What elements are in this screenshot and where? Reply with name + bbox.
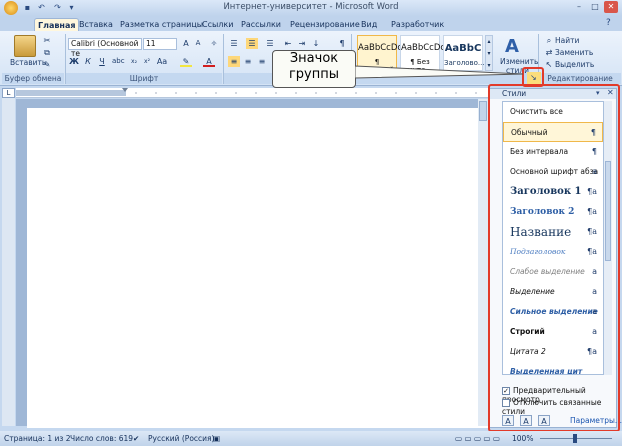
callout: Значок группы xyxy=(272,50,356,88)
zoom-level[interactable]: 100% xyxy=(512,431,533,446)
clear-format-icon[interactable]: ✧ xyxy=(208,38,220,49)
underline-button[interactable]: Ч xyxy=(96,56,108,67)
highlight-icon[interactable]: ✎ xyxy=(180,56,192,67)
highlight-frame xyxy=(488,84,620,432)
horizontal-ruler[interactable] xyxy=(16,88,488,98)
font-color-icon[interactable]: A xyxy=(203,56,215,67)
find-icon[interactable]: ⌕ xyxy=(543,35,555,46)
subscript-icon[interactable]: x₂ xyxy=(128,56,140,67)
change-case-icon[interactable]: Aa xyxy=(156,56,168,67)
paste-icon[interactable] xyxy=(14,35,36,57)
window-controls: – □ ✕ xyxy=(570,1,618,13)
help-icon[interactable]: ? xyxy=(606,18,611,28)
font-size-box[interactable]: 11 xyxy=(143,38,177,50)
format-painter-icon[interactable]: ✎ xyxy=(41,59,53,70)
document-page[interactable] xyxy=(27,108,490,428)
tab-view[interactable]: Вид xyxy=(358,18,380,31)
status-bar: Страница: 1 из 2 Число слов: 619 ✔ Русск… xyxy=(0,431,622,446)
maximize-icon[interactable]: □ xyxy=(588,1,602,13)
align-center-icon[interactable]: ≡ xyxy=(242,56,254,67)
page-indicator[interactable]: Страница: 1 из 2 xyxy=(4,431,71,446)
copy-icon[interactable]: ⧉ xyxy=(41,47,53,58)
tab-page-layout[interactable]: Разметка страницы xyxy=(117,18,206,31)
select-button[interactable]: Выделить xyxy=(555,60,594,70)
tab-home[interactable]: Главная xyxy=(34,18,80,31)
increase-indent-icon[interactable]: ⇥ xyxy=(296,38,308,49)
vertical-scrollbar[interactable] xyxy=(478,99,488,426)
scroll-thumb[interactable] xyxy=(479,101,487,121)
language-indicator[interactable]: Русский (Россия) xyxy=(148,431,214,446)
zoom-slider-thumb[interactable] xyxy=(573,434,577,443)
word-window: ▪ ↶ ↷ ▾ Интернет-университет - Microsoft… xyxy=(0,0,622,446)
align-right-icon[interactable]: ≡ xyxy=(256,56,268,67)
clipboard-group-label: Буфер обмена xyxy=(2,73,64,84)
callout-line-1: Значок xyxy=(289,51,339,66)
replace-button[interactable]: Заменить xyxy=(555,48,593,58)
decrease-indent-icon[interactable]: ⇤ xyxy=(282,38,294,49)
title-bar: ▪ ↶ ↷ ▾ Интернет-университет - Microsoft… xyxy=(0,0,622,16)
style-preview: AaBbCcDc xyxy=(401,43,446,53)
sort-icon[interactable]: ↓ xyxy=(310,38,322,49)
close-icon[interactable]: ✕ xyxy=(604,1,618,13)
strikethrough-icon[interactable]: abc xyxy=(112,56,125,67)
align-left-icon[interactable]: ≡ xyxy=(228,56,240,67)
view-buttons-icon[interactable]: ▭ ▭ ▭ ▭ ▭ xyxy=(455,431,500,446)
ruler-ticks xyxy=(16,88,477,96)
editing-group-label: Редактирование xyxy=(539,73,621,84)
bold-button[interactable]: Ж xyxy=(68,56,80,67)
italic-button[interactable]: К xyxy=(82,56,94,67)
multilevel-list-icon[interactable]: ☰ xyxy=(264,38,276,49)
tab-references[interactable]: Ссылки xyxy=(199,18,236,31)
callout-line-2: группы xyxy=(288,67,340,82)
word-count[interactable]: Число слов: 619 xyxy=(70,431,133,446)
font-family-box[interactable]: Calibri (Основной те xyxy=(68,38,142,58)
callout-pointer xyxy=(355,65,524,79)
spellcheck-icon[interactable]: ✔ xyxy=(133,431,139,446)
tab-mailings[interactable]: Рассылки xyxy=(238,18,284,31)
cut-icon[interactable]: ✂ xyxy=(41,35,53,46)
grow-font-icon[interactable]: A xyxy=(180,38,192,49)
superscript-icon[interactable]: x² xyxy=(141,56,153,67)
select-icon[interactable]: ↖ xyxy=(543,59,555,70)
replace-icon[interactable]: ⇄ xyxy=(543,47,555,58)
shrink-font-icon[interactable]: A xyxy=(192,38,204,49)
macro-icon[interactable]: ▣ xyxy=(213,431,220,446)
numbering-icon[interactable]: ☰ xyxy=(246,38,258,49)
show-marks-icon[interactable]: ¶ xyxy=(336,38,348,49)
find-button[interactable]: Найти xyxy=(555,36,579,46)
bullets-icon[interactable]: ☰ xyxy=(228,38,240,49)
tab-insert[interactable]: Вставка xyxy=(76,18,116,31)
window-title: Интернет-университет - Microsoft Word xyxy=(223,2,399,12)
font-group-label: Шрифт xyxy=(66,73,222,84)
tab-developer[interactable]: Разработчик xyxy=(388,18,447,31)
vertical-ruler[interactable] xyxy=(2,98,15,426)
minimize-icon[interactable]: – xyxy=(572,1,586,13)
style-preview: AaBbC xyxy=(444,43,482,54)
change-styles-icon[interactable]: A xyxy=(505,36,519,57)
tab-selector-icon[interactable]: L xyxy=(2,88,15,98)
style-preview: AaBbCcDc xyxy=(358,43,403,53)
tab-review[interactable]: Рецензирование xyxy=(287,18,363,31)
